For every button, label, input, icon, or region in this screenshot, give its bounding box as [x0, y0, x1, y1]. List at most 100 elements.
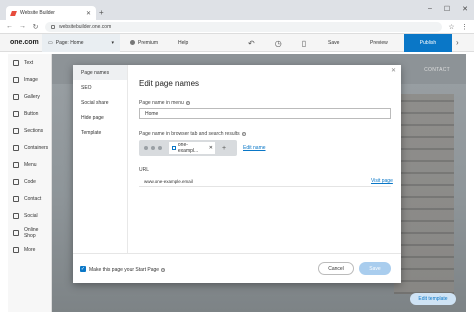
- info-icon[interactable]: ?: [185, 101, 190, 105]
- save-button[interactable]: Save: [328, 40, 339, 46]
- chevron-down-icon: ▾: [111, 39, 114, 46]
- menu-name-label-text: Page name in menu: [139, 100, 184, 106]
- sidebar-item-label: Social: [24, 212, 38, 219]
- favicon-icon: [172, 146, 176, 150]
- canvas-nav-contact: CONTACT: [424, 67, 450, 73]
- dialog-save-button[interactable]: Save: [359, 262, 391, 275]
- reload-icon[interactable]: ↻: [32, 23, 39, 31]
- sidebar-item-label: Contact: [24, 195, 42, 202]
- url-field[interactable]: websitebuilder.one.com: [45, 21, 442, 32]
- edit-name-link[interactable]: Edit name: [243, 145, 266, 151]
- edit-template-button[interactable]: Edit template: [410, 293, 456, 305]
- visit-page-link[interactable]: Visit page: [371, 178, 393, 184]
- sidebar-item-menu[interactable]: Menu: [8, 156, 51, 173]
- browser-menu-icon[interactable]: ⋮: [461, 23, 468, 31]
- menu-name-label: Page name in menu ?: [139, 100, 190, 106]
- star-icon[interactable]: ☆: [448, 23, 455, 31]
- browser-tab[interactable]: Website Builder ✕: [6, 6, 96, 20]
- preview-button[interactable]: Preview: [370, 40, 388, 46]
- info-icon[interactable]: ?: [161, 268, 166, 272]
- dialog-title: Edit page names: [139, 79, 200, 88]
- edit-page-names-dialog: Page names SEO Social share Hide page Templa…: [73, 65, 401, 283]
- dialog-nav: Page names SEO Social share Hide page Templa…: [73, 65, 128, 253]
- url-text: websitebuilder.one.com: [59, 23, 112, 30]
- sidebar-item-online-shop[interactable]: Online Shop: [8, 224, 51, 241]
- text-icon: [13, 59, 19, 66]
- new-tab-icon[interactable]: +: [99, 8, 104, 17]
- forward-icon[interactable]: →: [19, 23, 26, 30]
- collapse-panel-icon[interactable]: ›: [456, 38, 459, 47]
- page-selector-label: Page: Home: [55, 39, 84, 46]
- sidebar-item-image[interactable]: Image: [8, 71, 51, 88]
- sidebar-item-more[interactable]: More: [8, 241, 51, 258]
- sidebar-item-social[interactable]: Social: [8, 207, 51, 224]
- code-icon: [13, 178, 19, 185]
- menu-icon: [13, 161, 19, 168]
- sidebar-item-label: Code: [24, 178, 36, 185]
- maximize-icon[interactable]: ☐: [444, 5, 450, 13]
- sidebar-item-gallery[interactable]: Gallery: [8, 88, 51, 105]
- button-icon: [13, 110, 19, 117]
- start-page-label-text: Make this page your Start Page: [89, 267, 160, 273]
- contact-icon: [13, 195, 19, 202]
- premium-icon: [130, 40, 135, 45]
- close-tab-icon[interactable]: ✕: [86, 10, 91, 17]
- url-label: URL: [139, 167, 150, 173]
- menu-name-input[interactable]: Home: [139, 108, 391, 119]
- page-selector[interactable]: ▭ Page: Home ▾: [42, 33, 120, 52]
- background-shelves-image: [394, 94, 454, 294]
- more-icon: [13, 246, 19, 253]
- mobile-view-icon[interactable]: ▯: [302, 39, 306, 48]
- start-page-checkbox[interactable]: ✓: [80, 266, 86, 272]
- sidebar-item-label: More: [24, 246, 36, 253]
- sidebar-item-code[interactable]: Code: [8, 173, 51, 190]
- start-page-label: Make this page your Start Page ?: [89, 267, 166, 273]
- sidebar-item-sections[interactable]: Sections: [8, 122, 51, 139]
- publish-button[interactable]: Publish: [404, 34, 452, 52]
- cancel-button[interactable]: Cancel: [318, 262, 354, 275]
- close-dialog-icon[interactable]: ✕: [391, 67, 396, 74]
- premium-label: Premium: [138, 39, 159, 46]
- info-icon[interactable]: ?: [241, 132, 246, 136]
- dialog-nav-seo[interactable]: SEO: [73, 80, 127, 95]
- lock-icon: [51, 24, 55, 29]
- browser-name-label: Page name in browser tab and search resu…: [139, 131, 246, 137]
- address-bar: ← → ↻ websitebuilder.one.com ☆ ⋮: [0, 20, 474, 34]
- image-icon: [13, 76, 19, 83]
- social-icon: [13, 212, 19, 219]
- gallery-icon: [13, 93, 19, 100]
- sidebar-item-label: Text: [24, 59, 34, 66]
- page-icon: ▭: [48, 39, 53, 46]
- sidebar-item-containers[interactable]: Containers: [8, 139, 51, 156]
- dialog-nav-template[interactable]: Template: [73, 125, 127, 140]
- history-icon[interactable]: ◷: [275, 39, 282, 48]
- element-sidebar: Text Image Gallery Button Sections Containers…: [8, 54, 52, 312]
- preview-tab: one-exampl... ✕: [169, 142, 215, 154]
- close-window-icon[interactable]: ✕: [462, 5, 468, 13]
- preview-plus-icon: +: [221, 144, 227, 152]
- sidebar-item-label: Button: [24, 110, 39, 117]
- dialog-nav-hide-page[interactable]: Hide page: [73, 110, 127, 125]
- help-button[interactable]: Help: [178, 40, 188, 46]
- url-value: www.one-example.email: [139, 176, 391, 187]
- minimize-icon[interactable]: –: [428, 5, 432, 13]
- sidebar-item-label: Online Shop: [23, 226, 39, 239]
- undo-icon[interactable]: ↶: [248, 39, 255, 48]
- premium-button[interactable]: Premium: [130, 40, 158, 46]
- sidebar-item-label: Containers: [24, 144, 49, 151]
- sidebar-item-text[interactable]: Text: [8, 54, 51, 71]
- preview-close-icon: ✕: [208, 145, 213, 151]
- dialog-nav-social-share[interactable]: Social share: [73, 95, 127, 110]
- window-dots-icon: [139, 146, 169, 150]
- sections-icon: [13, 127, 19, 134]
- app-toolbar: one.com ▭ Page: Home ▾ Premium Help ↶ ◷ …: [0, 33, 474, 52]
- browser-tab-preview: one-exampl... ✕ +: [139, 140, 237, 156]
- dialog-nav-page-names[interactable]: Page names: [73, 65, 127, 80]
- sidebar-item-contact[interactable]: Contact: [8, 190, 51, 207]
- sidebar-item-label: Gallery: [24, 93, 40, 100]
- sidebar-item-label: Sections: [24, 127, 44, 134]
- back-icon[interactable]: ←: [6, 23, 13, 30]
- sidebar-item-button[interactable]: Button: [8, 105, 51, 122]
- containers-icon: [13, 144, 19, 151]
- preview-tab-text: one-exampl...: [177, 142, 199, 154]
